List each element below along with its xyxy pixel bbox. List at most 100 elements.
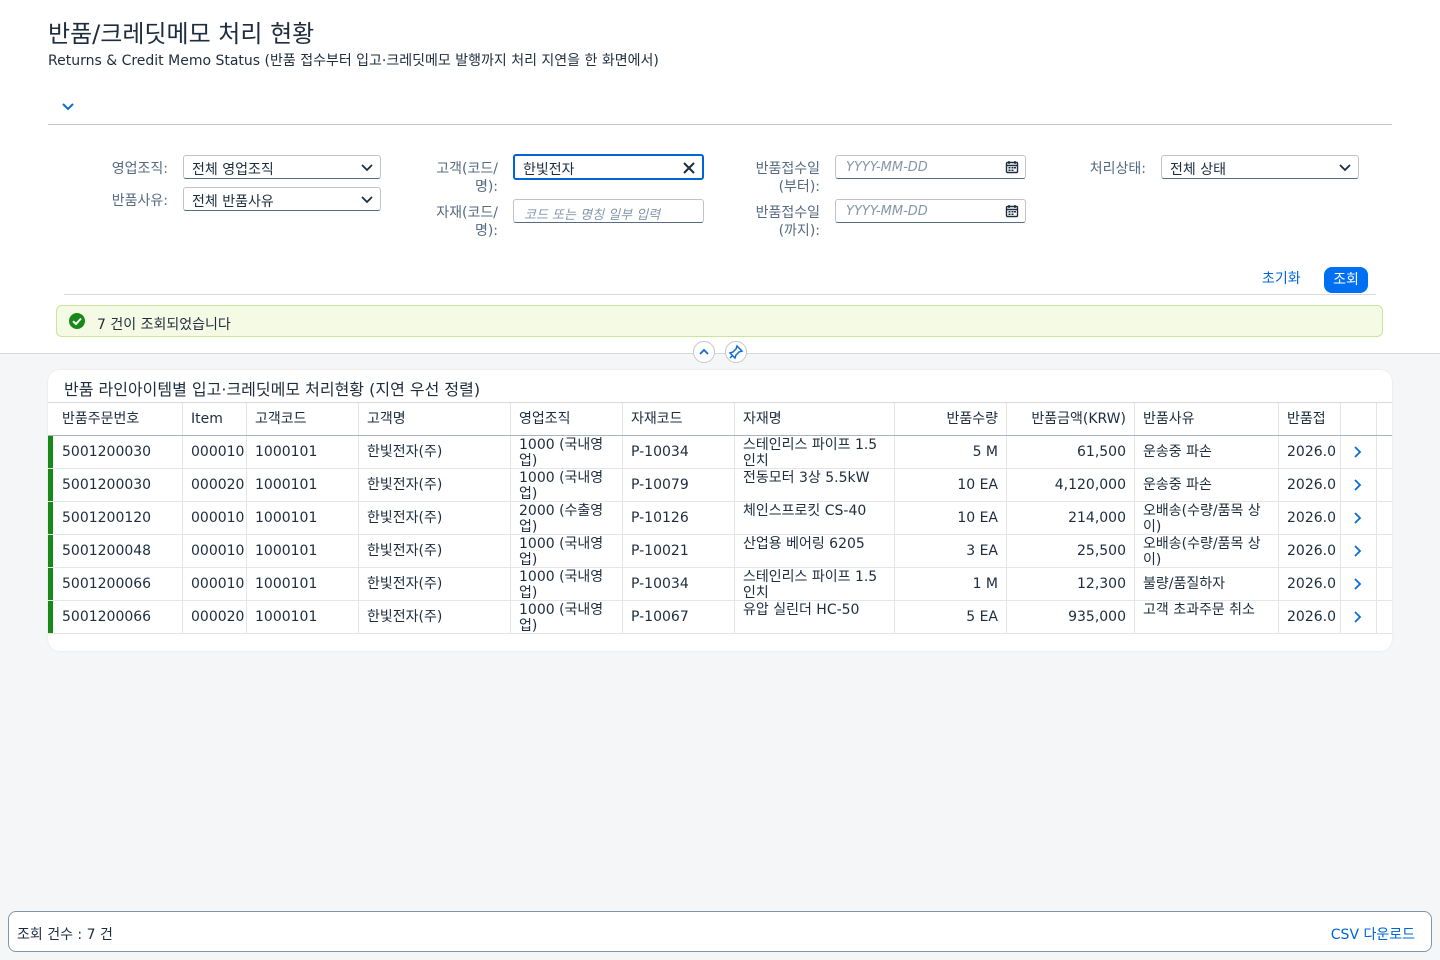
customer-input[interactable]: 한빛전자 bbox=[513, 154, 704, 180]
table-cell-org: 2000 (수출영업) bbox=[511, 502, 623, 534]
results-table-card: 반품 라인아이템별 입고·크레딧메모 처리현황 (지연 우선 정렬) 반품주문번… bbox=[48, 370, 1392, 651]
chevron-right-icon[interactable] bbox=[1353, 445, 1363, 459]
sales-org-value: 전체 영업조직 bbox=[192, 162, 274, 178]
calendar-icon[interactable] bbox=[1005, 204, 1019, 218]
table-cell-qty: 5 EA bbox=[895, 601, 1007, 633]
customer-label: 고객(코드/ 명): bbox=[410, 160, 498, 196]
return-reason-value: 전체 반품사유 bbox=[192, 194, 274, 210]
chevron-down-icon[interactable] bbox=[60, 98, 76, 114]
chevron-down-icon bbox=[361, 196, 373, 204]
table-cell-order: 5001200066 bbox=[54, 601, 183, 633]
chevron-right-icon[interactable] bbox=[1353, 544, 1363, 558]
status-select[interactable]: 전체 상태 bbox=[1161, 155, 1359, 179]
table-cell-org: 1000 (국내영업) bbox=[511, 568, 623, 600]
row-nav-cell[interactable] bbox=[1341, 601, 1377, 633]
go-button[interactable]: 조회 bbox=[1324, 267, 1368, 293]
table-cell-qty: 3 EA bbox=[895, 535, 1007, 567]
row-nav-cell[interactable] bbox=[1341, 469, 1377, 501]
date-from-label: 반품접수일 (부터): bbox=[726, 160, 820, 196]
row-nav-cell[interactable] bbox=[1341, 568, 1377, 600]
column-header[interactable]: 자재코드 bbox=[623, 403, 735, 435]
table-cell-cust-code: 1000101 bbox=[247, 568, 359, 600]
column-header[interactable]: 고객명 bbox=[359, 403, 511, 435]
table-row[interactable]: 5001200066 000010 1000101 한빛전자(주) 1000 (국내영업… bbox=[48, 568, 1392, 601]
table-cell-org: 1000 (국내영업) bbox=[511, 469, 623, 501]
status-indicator bbox=[48, 436, 53, 468]
page-header: 반품/크레딧메모 처리 현황 Returns & Credit Memo Sta… bbox=[0, 0, 1440, 354]
chevron-right-icon[interactable] bbox=[1353, 610, 1363, 624]
chevron-down-icon bbox=[1339, 164, 1351, 172]
table-cell-cust-code: 1000101 bbox=[247, 436, 359, 468]
table-cell-reason: 오배송(수량/품목 상이) bbox=[1135, 502, 1279, 534]
table-cell-cust-code: 1000101 bbox=[247, 469, 359, 501]
status-indicator bbox=[48, 535, 53, 567]
column-header[interactable]: 고객코드 bbox=[247, 403, 359, 435]
date-from-input[interactable]: YYYY-MM-DD bbox=[835, 155, 1026, 179]
date-to-placeholder: YYYY-MM-DD bbox=[846, 204, 928, 219]
table-row[interactable]: 5001200120 000010 1000101 한빛전자(주) 2000 (수출영업… bbox=[48, 502, 1392, 535]
table-cell-item: 000010 bbox=[183, 568, 247, 600]
table-cell-order: 5001200120 bbox=[54, 502, 183, 534]
column-header[interactable]: 반품접 bbox=[1279, 403, 1341, 435]
chevron-right-icon[interactable] bbox=[1353, 577, 1363, 591]
table-cell-mat-code: P-10034 bbox=[623, 568, 735, 600]
column-header[interactable]: 반품금액(KRW) bbox=[1007, 403, 1135, 435]
table-cell-mat-name: 산업용 베어링 6205 bbox=[735, 535, 895, 567]
chevron-right-icon[interactable] bbox=[1353, 511, 1363, 525]
close-icon[interactable] bbox=[682, 161, 696, 175]
status-label: 처리상태: bbox=[1089, 161, 1146, 177]
customer-label-line1: 고객(코드/ bbox=[436, 161, 498, 177]
table-row[interactable]: 5001200030 000020 1000101 한빛전자(주) 1000 (국내영업… bbox=[48, 469, 1392, 502]
table-cell-date: 2026.0 bbox=[1279, 436, 1341, 468]
table-row[interactable]: 5001200066 000020 1000101 한빛전자(주) 1000 (국내영업… bbox=[48, 601, 1392, 634]
pin-header-button[interactable] bbox=[725, 341, 747, 363]
csv-download-button[interactable]: CSV 다운로드 bbox=[1331, 924, 1415, 944]
date-to-input[interactable]: YYYY-MM-DD bbox=[835, 199, 1026, 223]
table-cell-cust-name: 한빛전자(주) bbox=[359, 601, 511, 633]
column-header[interactable]: 자재명 bbox=[735, 403, 895, 435]
table-cell-item: 000010 bbox=[183, 436, 247, 468]
column-header[interactable]: 영업조직 bbox=[511, 403, 623, 435]
column-header[interactable]: Item bbox=[183, 403, 247, 435]
success-message-strip: 7 건이 조회되었습니다 bbox=[56, 305, 1383, 337]
table-cell-date: 2026.0 bbox=[1279, 601, 1341, 633]
success-icon bbox=[69, 313, 85, 329]
table-cell-order: 5001200066 bbox=[54, 568, 183, 600]
table-cell-amount: 12,300 bbox=[1007, 568, 1135, 600]
table-cell-amount: 25,500 bbox=[1007, 535, 1135, 567]
table-cell-org: 1000 (국내영업) bbox=[511, 535, 623, 567]
nav-column-header bbox=[1341, 403, 1377, 435]
status-indicator bbox=[48, 502, 53, 534]
row-nav-cell[interactable] bbox=[1341, 535, 1377, 567]
customer-value: 한빛전자 bbox=[523, 162, 575, 178]
chevron-right-icon[interactable] bbox=[1353, 478, 1363, 492]
column-header[interactable]: 반품주문번호 bbox=[54, 403, 183, 435]
material-input[interactable]: 코드 또는 명칭 일부 입력 bbox=[513, 199, 704, 223]
table-cell-order: 5001200030 bbox=[54, 436, 183, 468]
reset-button[interactable]: 초기화 bbox=[1262, 268, 1301, 288]
calendar-icon[interactable] bbox=[1005, 160, 1019, 174]
table-cell-reason: 운송중 파손 bbox=[1135, 469, 1279, 501]
table-header-row: 반품주문번호 Item 고객코드 고객명 영업조직 자재코드 자재명 반품수량 … bbox=[48, 402, 1392, 436]
column-header[interactable]: 반품수량 bbox=[895, 403, 1007, 435]
table-cell-mat-code: P-10126 bbox=[623, 502, 735, 534]
table-cell-mat-name: 유압 실린더 HC-50 bbox=[735, 601, 895, 633]
status-indicator bbox=[48, 601, 53, 633]
table-cell-qty: 5 M bbox=[895, 436, 1007, 468]
table-cell-order: 5001200030 bbox=[54, 469, 183, 501]
row-nav-cell[interactable] bbox=[1341, 436, 1377, 468]
table-cell-mat-code: P-10021 bbox=[623, 535, 735, 567]
column-header[interactable]: 반품사유 bbox=[1135, 403, 1279, 435]
table-row[interactable]: 5001200030 000010 1000101 한빛전자(주) 1000 (국내영업… bbox=[48, 436, 1392, 469]
table-cell-item: 000010 bbox=[183, 502, 247, 534]
table-cell-mat-code: P-10079 bbox=[623, 469, 735, 501]
collapse-header-button[interactable] bbox=[693, 341, 715, 363]
table-cell-mat-code: P-10034 bbox=[623, 436, 735, 468]
table-row[interactable]: 5001200048 000010 1000101 한빛전자(주) 1000 (국내영업… bbox=[48, 535, 1392, 568]
sales-org-select[interactable]: 전체 영업조직 bbox=[183, 155, 381, 179]
row-nav-cell[interactable] bbox=[1341, 502, 1377, 534]
chevron-up-icon bbox=[699, 348, 709, 355]
table-cell-mat-name: 체인스프로킷 CS-40 bbox=[735, 502, 895, 534]
table-cell-org: 1000 (국내영업) bbox=[511, 436, 623, 468]
return-reason-select[interactable]: 전체 반품사유 bbox=[183, 187, 381, 211]
